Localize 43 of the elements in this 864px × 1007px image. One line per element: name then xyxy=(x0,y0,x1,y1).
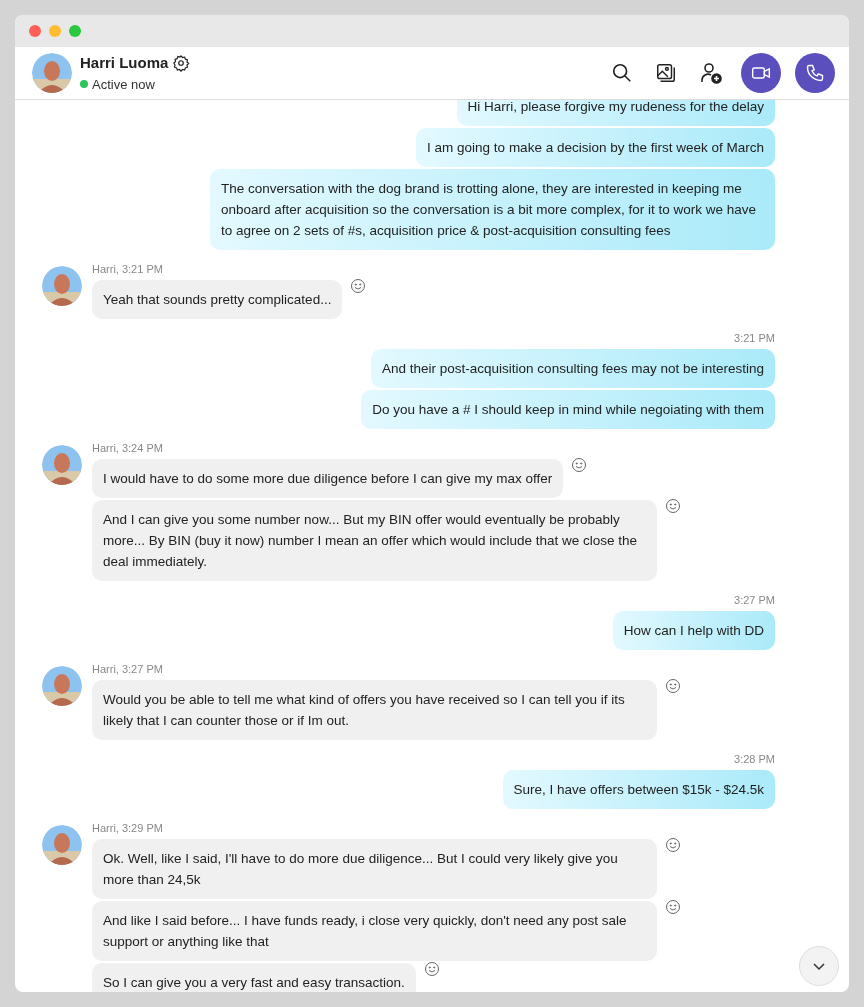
person-plus-icon xyxy=(699,61,723,85)
message-bubble: Yeah that sounds pretty complicated... xyxy=(92,280,343,319)
message-bubble: And like I said before... I have funds ready, i close very quickly, don't need any post sale support or anything like that xyxy=(92,901,657,961)
close-button[interactable] xyxy=(29,25,41,37)
message-meta: Harri, 3:29 PM xyxy=(92,821,163,835)
message-bubble: Would you be able to tell me what kind of offers you have received so I can tell you if its likely that I can counter those or if Im out. xyxy=(92,680,657,740)
call-button[interactable] xyxy=(795,53,835,93)
react-icon[interactable] xyxy=(665,899,681,915)
message-meta: Harri, 3:24 PM xyxy=(92,441,163,455)
message-bubble: Ok. Well, like I said, I'll have to do more due diligence... But I could very likely give you more than 24,5k xyxy=(92,839,657,899)
search-icon xyxy=(611,62,633,84)
message-bubble: Do you have a # I should keep in mind while negoiating with them xyxy=(361,390,775,429)
avatar xyxy=(42,266,82,306)
message-meta: 3:27 PM xyxy=(734,593,775,607)
settings-icon[interactable] xyxy=(172,54,191,73)
react-icon[interactable] xyxy=(665,498,681,514)
react-icon[interactable] xyxy=(350,278,367,294)
message-bubble: How can I help with DD xyxy=(612,611,775,650)
react-icon[interactable] xyxy=(423,961,440,977)
status-text: Active now xyxy=(92,75,155,94)
message-meta: Harri, 3:21 PM xyxy=(92,262,163,276)
react-icon[interactable] xyxy=(665,837,681,853)
avatar xyxy=(42,825,82,865)
contact-name: Harri Luoma xyxy=(80,53,169,73)
message-meta: 3:21 PM xyxy=(734,331,775,345)
video-call-button[interactable] xyxy=(741,53,781,93)
avatar xyxy=(42,666,82,706)
message-bubble: Sure, I have offers between $15k - $24.5k xyxy=(502,770,775,809)
message-bubble: So I can give you a very fast and easy transaction. xyxy=(92,963,416,992)
phone-icon xyxy=(805,63,825,83)
message-bubble: I would have to do some more due diligence before I can give my max offer xyxy=(92,459,564,498)
react-icon[interactable] xyxy=(571,457,588,473)
avatar xyxy=(32,53,72,93)
avatar xyxy=(42,445,82,485)
message-bubble: I am going to make a decision by the first week of March xyxy=(416,128,775,167)
message-meta: 3:28 PM xyxy=(734,752,775,766)
message-meta: Harri, 3:27 PM xyxy=(92,662,163,676)
message-bubble: And I can give you some number now... But my BIN offer would eventually be probably more... By BIN (buy it now) number I mean an offer which would include that we close the deal immediately. xyxy=(92,500,657,581)
message-bubble: The conversation with the dog brand is trotting alone, they are interested in keeping me onboard after acquisition so the conversation is a bit more complex, for it to work we have to agree on 2 sets of #s, acquisition price & post-acquisition consulting fees xyxy=(210,169,775,250)
image-icon xyxy=(655,62,677,84)
react-icon[interactable] xyxy=(665,678,681,694)
message-bubble: And their post-acquisition consulting fees may not be interesting xyxy=(371,349,775,388)
message-bubble: Hi Harri, please forgive my rudeness for the delay xyxy=(456,100,775,126)
